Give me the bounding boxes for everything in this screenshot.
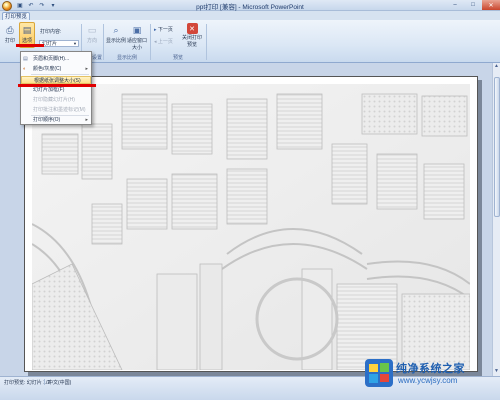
- close-button[interactable]: ✕: [482, 0, 500, 10]
- scroll-down-icon[interactable]: ▼: [493, 368, 500, 376]
- menu-item-label: 幻灯片加框(F): [33, 87, 65, 93]
- menu-item-label: 打印顺序(O): [33, 117, 61, 123]
- orientation-icon: ▭: [87, 24, 97, 35]
- status-separator: [44, 379, 45, 385]
- menu-item-header-footer[interactable]: ▤ 页眉和页脚(H)...: [21, 55, 91, 63]
- prev-page-button[interactable]: ◂ 上一页: [154, 38, 173, 45]
- print-button[interactable]: ⎙ 打印: [3, 23, 17, 45]
- close-preview-button[interactable]: ✕ 关闭打印预览: [180, 23, 204, 48]
- scroll-thumb[interactable]: [494, 77, 500, 217]
- fit-window-icon: ▣: [132, 24, 142, 35]
- watermark-site-url: www.ycwjsy.com: [398, 376, 458, 385]
- orientation-button[interactable]: ▭ 方向: [82, 23, 102, 45]
- menu-item-label: 打印隐藏幻灯片(H): [33, 97, 75, 103]
- magnifier-icon: ⌕: [113, 24, 119, 35]
- print-what-label: 打印内容:: [40, 29, 62, 35]
- group-separator: [150, 24, 151, 60]
- options-menu: ▤ 页眉和页脚(H)... ◐ 颜色/灰度(C) ▸ 根据纸张调整大小(S) 幻…: [20, 51, 92, 125]
- print-what-select[interactable]: 幻灯片 ▼: [39, 40, 79, 47]
- options-icon: ▤: [22, 24, 32, 35]
- scroll-up-icon[interactable]: ▲: [493, 63, 500, 71]
- next-page-label: 下一页: [157, 27, 173, 33]
- chevron-down-icon: ▼: [73, 41, 77, 46]
- menu-item-print-comments[interactable]: 打印批注和墨迹标记(M): [21, 106, 91, 114]
- color-icon: ◐: [23, 66, 27, 72]
- options-button-label: 选项: [21, 38, 32, 44]
- group-zoom-label: 显示比例: [116, 55, 137, 61]
- group-separator: [103, 24, 104, 60]
- annotation-underline-scale-to-fit: [18, 84, 96, 87]
- menu-item-scale-to-fit[interactable]: 根据纸张调整大小(S): [21, 76, 91, 84]
- menu-item-label: 颜色/灰度(C): [33, 66, 62, 72]
- header-footer-icon: ▤: [23, 56, 28, 62]
- menu-item-color-grayscale[interactable]: ◐ 颜色/灰度(C) ▸: [21, 65, 91, 73]
- menu-item-label: 页眉和页脚(H)...: [33, 56, 70, 62]
- orientation-label: 方向: [86, 38, 97, 44]
- chevron-right-icon: ▸: [85, 117, 88, 123]
- menu-item-frame-slides[interactable]: 幻灯片加框(F): [21, 86, 91, 94]
- printer-icon: ⎙: [6, 24, 14, 35]
- watermark-site-name: 纯净系统之家: [396, 363, 465, 375]
- prev-page-label: 上一页: [157, 39, 173, 45]
- slide-preview: [32, 84, 470, 370]
- menu-item-label: 打印批注和墨迹标记(M): [33, 107, 86, 113]
- fit-window-label: 适应窗口大小: [126, 38, 147, 51]
- print-button-label: 打印: [4, 38, 15, 44]
- title-bar: ▣ ↶ ↷ ▾ ppt打印 [兼容] - Microsoft PowerPoin…: [0, 0, 500, 11]
- close-preview-icon: ✕: [186, 23, 198, 34]
- print-what-value: 幻灯片: [42, 41, 58, 47]
- minimize-button[interactable]: –: [446, 0, 464, 10]
- window-title: ppt打印 [兼容] - Microsoft PowerPoint: [196, 4, 304, 11]
- zoom-button[interactable]: ⌕ 显示比例: [106, 23, 127, 45]
- menu-item-print-order[interactable]: 打印顺序(O) ▸: [21, 116, 91, 124]
- chevron-right-icon: ▸: [85, 66, 88, 72]
- close-preview-label: 关闭打印预览: [181, 35, 202, 48]
- zoom-label: 显示比例: [106, 38, 127, 44]
- status-language: 中文(中国): [48, 380, 72, 386]
- next-page-button[interactable]: ▸ 下一页: [154, 26, 173, 33]
- maximize-button[interactable]: □: [464, 0, 482, 10]
- vertical-scrollbar[interactable]: ▲ ▼: [492, 63, 500, 376]
- menu-item-print-hidden[interactable]: 打印隐藏幻灯片(H): [21, 96, 91, 104]
- menu-separator: [31, 74, 89, 75]
- embossed-city-image: [32, 84, 470, 370]
- window-controls: – □ ✕: [446, 0, 500, 10]
- watermark-logo-icon: [365, 359, 393, 387]
- group-preview-label: 预览: [172, 55, 183, 61]
- annotation-underline-options: [16, 44, 44, 47]
- fit-window-button[interactable]: ▣ 适应窗口大小: [126, 23, 148, 52]
- group-separator: [206, 24, 207, 60]
